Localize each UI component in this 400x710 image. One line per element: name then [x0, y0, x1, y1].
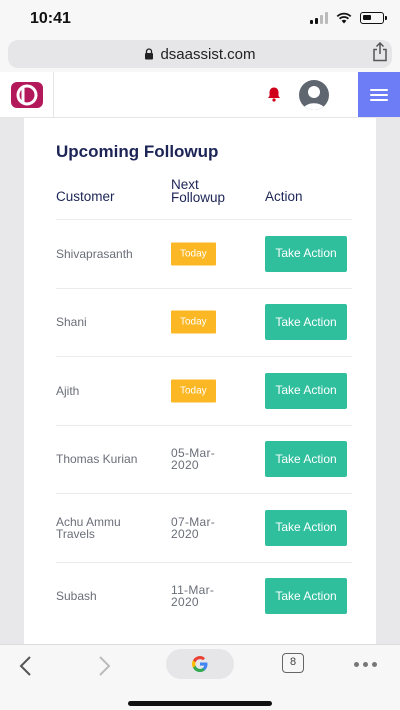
customer-name: Shani — [56, 315, 87, 330]
url-text: dsaassist.com — [160, 45, 256, 63]
battery-icon — [360, 12, 387, 24]
forward-icon[interactable] — [98, 655, 112, 677]
back-icon[interactable] — [18, 655, 32, 677]
avatar[interactable] — [299, 80, 329, 110]
signal-icon — [310, 12, 328, 24]
followup-card: Upcoming Followup Customer Next Followup… — [24, 118, 376, 644]
today-badge: Today — [171, 379, 216, 403]
column-header-action: Action — [265, 189, 303, 204]
status-time: 10:41 — [30, 10, 71, 27]
bell-icon[interactable] — [266, 86, 282, 102]
more-icon[interactable] — [354, 662, 377, 667]
take-action-button[interactable]: Take Action — [265, 235, 347, 272]
logo-icon — [10, 81, 43, 108]
today-badge: Today — [171, 310, 216, 334]
customer-name: Ajith — [56, 383, 80, 398]
tabs-icon[interactable]: 8 — [282, 653, 304, 673]
customer-name: Shivaprasanth — [56, 246, 133, 261]
table-row: Thomas Kurian 05-Mar-2020 Take Action — [56, 424, 352, 494]
address-bar[interactable]: dsaassist.com — [8, 40, 392, 68]
browser-toolbar: 8 — [0, 644, 400, 710]
home-indicator — [128, 701, 272, 706]
table-header: Customer Next Followup Action — [56, 178, 352, 218]
app-header — [0, 72, 400, 118]
share-icon[interactable] — [372, 42, 388, 62]
card-title: Upcoming Followup — [56, 142, 219, 161]
take-action-button[interactable]: Take Action — [265, 578, 347, 615]
user-icon — [303, 86, 325, 110]
main-content: Upcoming Followup Customer Next Followup… — [0, 118, 400, 644]
table-row: Shani Today Take Action — [56, 287, 352, 357]
followup-table-body: Shivaprasanth Today Take Action Shani Today T… — [56, 219, 352, 630]
status-bar: 10:41 — [0, 0, 400, 38]
take-action-button[interactable]: Take Action — [265, 304, 347, 341]
today-badge: Today — [171, 242, 216, 266]
followup-date: 07-Mar-2020 — [171, 514, 216, 541]
table-row: Achu Ammu Travels 07-Mar-2020 Take Action — [56, 493, 352, 562]
logo[interactable] — [0, 72, 54, 117]
table-row: Subash 11-Mar-2020 Take Action — [56, 561, 352, 631]
take-action-button[interactable]: Take Action — [265, 441, 347, 478]
column-header-next-followup: Next Followup — [171, 177, 226, 205]
menu-icon — [370, 88, 388, 91]
menu-button[interactable] — [358, 72, 400, 117]
customer-name: Thomas Kurian — [56, 452, 138, 467]
followup-date: 05-Mar-2020 — [171, 446, 216, 473]
google-search-button[interactable] — [166, 649, 234, 679]
customer-name: Subash — [56, 589, 97, 604]
take-action-button[interactable]: Take Action — [265, 372, 347, 409]
followup-date: 11-Mar-2020 — [171, 583, 215, 610]
column-header-customer: Customer — [56, 189, 115, 204]
wifi-icon — [336, 12, 352, 24]
take-action-button[interactable]: Take Action — [265, 509, 347, 546]
status-icons — [310, 12, 387, 24]
table-row: Ajith Today Take Action — [56, 356, 352, 425]
customer-name: Achu Ammu Travels — [56, 514, 121, 541]
google-icon — [192, 656, 208, 672]
lock-icon — [145, 48, 154, 60]
table-row: Shivaprasanth Today Take Action — [56, 219, 352, 288]
browser-address-area: dsaassist.com — [0, 38, 400, 72]
